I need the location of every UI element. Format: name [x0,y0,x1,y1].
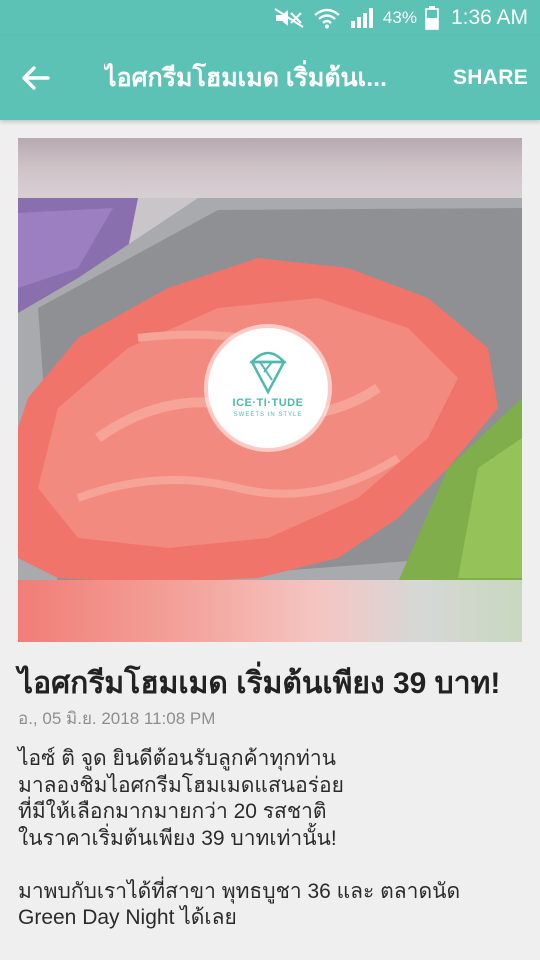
body-line: ในราคาเริ่มต้นเพียง 39 บาทเท่านั้น! [18,826,337,850]
article-hero-image: ICE·TI·TUDE SWEETS IN STYLE [18,138,522,642]
status-icons: 43% 1:36 AM [273,4,528,32]
article-body: ไอซ์ ติ จูด ยินดีต้อนรับลูกค้าทุกท่าน มา… [18,746,518,932]
hero-bottom-blur [18,580,522,642]
body-line: มาลองชิมไอศกรีมโฮมเมดแสนอร่อย [18,773,344,797]
article-date: อ., 05 มิ.ย. 2018 11:08 PM [18,709,216,728]
share-button[interactable]: SHARE [453,62,528,94]
mute-icon [273,7,305,29]
hero-top-blur [18,138,522,198]
body-line: ไอซ์ ติ จูด ยินดีต้อนรับลูกค้าทุกท่าน [18,747,336,770]
body-line: ที่มีให้เลือกมากมายกว่า 20 รสชาติ [18,800,327,823]
status-time: 1:36 AM [450,6,528,29]
logo-name: ICE·TI·TUDE [232,397,304,409]
back-button[interactable] [18,60,54,96]
wifi-icon [313,7,341,29]
logo-tagline: SWEETS IN STYLE [233,412,303,418]
page-title: ไอศกรีมโฮมเมด เริ่มต้นเ... [104,64,388,92]
battery-percent: 43% [382,8,417,27]
brand-logo: ICE·TI·TUDE SWEETS IN STYLE [208,328,328,448]
ice-cream-cone-icon [249,351,287,395]
body-line: มาพบกับเราได้ที่สาขา พุทธบูชา 36 และ ตลา… [18,879,461,903]
arrow-left-icon [22,66,50,90]
article-title: ไอศกรีมโฮมเมด เริ่มต้นเพียง 39 บาท! [18,667,501,700]
app-bar: ไอศกรีมโฮมเมด เริ่มต้นเ... SHARE [0,36,540,120]
battery-icon [425,6,439,30]
signal-icon [349,7,375,29]
status-bar: 43% 1:36 AM [0,0,540,36]
body-line: Green Day Night ได้เลย [18,906,237,929]
